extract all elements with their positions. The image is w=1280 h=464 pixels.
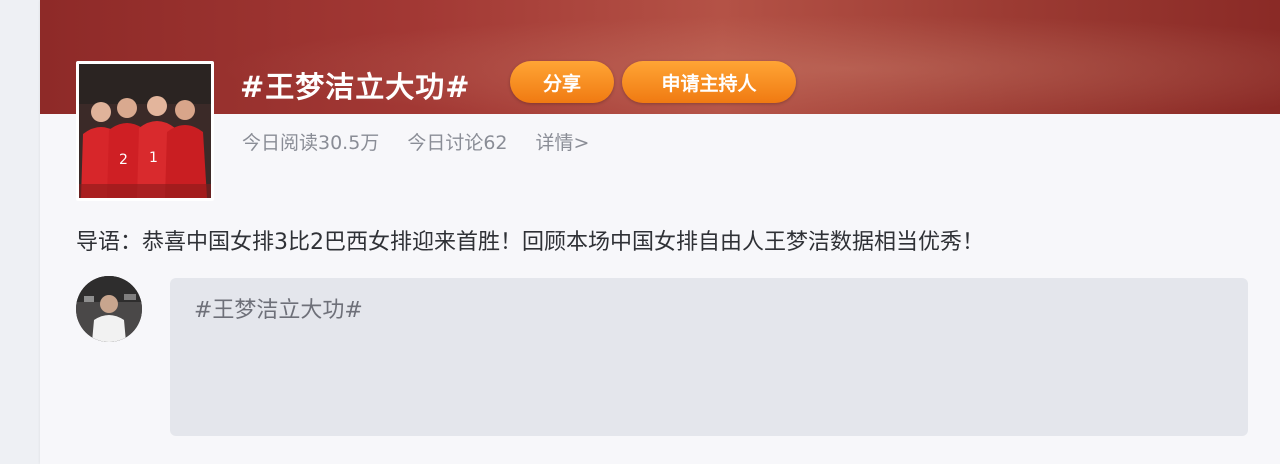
apply-host-button[interactable]: 申请主持人 [622,61,796,103]
topic-cover-image: 2 1 [76,61,214,201]
comment-composer[interactable]: #王梦洁立大功# [170,278,1248,436]
topic-stats: 今日阅读30.5万 今日讨论62 详情> [242,128,589,155]
topic-intro: 导语：恭喜中国女排3比2巴西女排迎来首胜！回顾本场中国女排自由人王梦洁数据相当优… [76,230,984,255]
reads-count: 今日阅读30.5万 [242,132,380,154]
svg-text:2: 2 [119,152,128,168]
avatar [76,276,142,342]
volleyball-team-photo: 2 1 [79,64,211,198]
topic-title: #王梦洁立大功# [240,70,471,104]
svg-text:1: 1 [149,150,158,166]
topic-page: 2 1 #王梦洁立大功# 分享 申请主持人 今日阅读30.5万 今日讨论62 详… [0,0,1280,464]
discussions-count: 今日讨论62 [407,132,508,154]
share-button[interactable]: 分享 [510,61,614,103]
detail-link[interactable]: 详情> [536,128,590,155]
user-avatar-image [76,276,142,342]
